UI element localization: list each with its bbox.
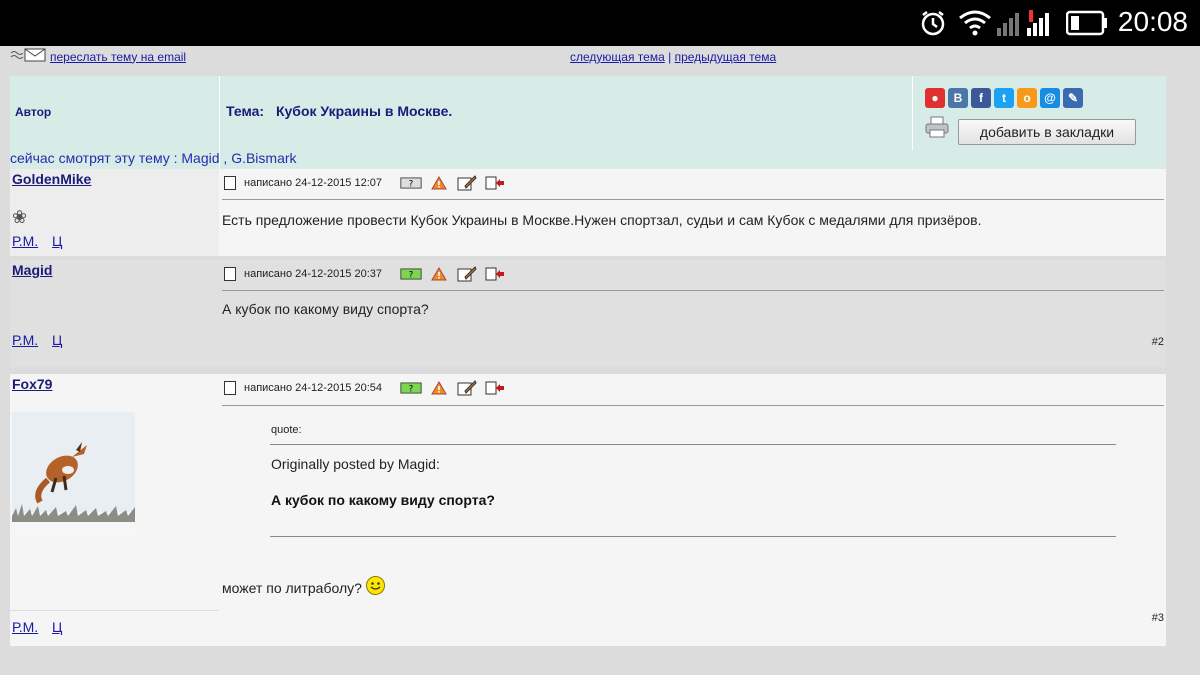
post-text: Есть предложение провести Кубок Украины … [222, 212, 982, 228]
alarm-icon [918, 8, 948, 38]
post-meta: написано 24-12-2015 12:07 ? [224, 175, 506, 191]
email-topic-link[interactable]: переслать тему на email [10, 48, 186, 65]
prev-topic-link[interactable]: предыдущая тема [675, 50, 777, 64]
private-message-link[interactable]: Р.М. [12, 233, 38, 249]
post: Fox79 Р.М. Ц написано 24-12-2015 20:54 ?… [10, 374, 1166, 646]
topic-label: Тема: [226, 103, 265, 119]
livejournal-icon[interactable]: ✎ [1063, 88, 1083, 108]
post-text-line: может по литраболу? [222, 576, 385, 596]
topic-title: Тема: Кубок Украины в Москве. [226, 103, 460, 119]
topic-navigation: переслать тему на email следующая тема |… [0, 46, 1200, 72]
author-column-divider [10, 610, 219, 611]
profile-card-icon[interactable]: ? [400, 380, 422, 396]
edit-icon[interactable] [456, 380, 478, 396]
yandex-icon[interactable]: ● [925, 88, 945, 108]
battery-icon [1066, 8, 1108, 38]
post-text: может по литраболу? [222, 580, 362, 596]
svg-text:?: ? [409, 178, 414, 188]
viewers-line: сейчас смотрят эту тему : Magid , G.Bism… [10, 150, 297, 166]
add-bookmark-button[interactable]: добавить в закладки [958, 119, 1136, 145]
post-body: написано 24-12-2015 12:07 ? Есть предлож… [220, 169, 1166, 256]
post-tools: ? [400, 380, 506, 396]
topic-header: Автор Тема: Кубок Украины в Москве. ● Вf t… [10, 76, 1166, 169]
topic-name: Кубок Украины в Москве. [275, 103, 453, 119]
author-name[interactable]: Magid [12, 262, 52, 278]
quote-label: quote: [271, 424, 302, 436]
post-date: написано 24-12-2015 20:37 [244, 268, 383, 280]
post-meta: написано 24-12-2015 20:37 ? [224, 266, 506, 282]
post-divider [222, 199, 1164, 200]
author-name[interactable]: Fox79 [12, 376, 52, 392]
post-author-column: Fox79 Р.М. Ц [10, 374, 219, 646]
svg-text:?: ? [409, 269, 414, 279]
warning-icon[interactable] [428, 266, 450, 282]
quote-reply-icon[interactable] [484, 380, 506, 396]
share-box: ● Вf t о @ ✎ добавить в закладки [912, 76, 1167, 150]
share-icons: ● Вf t о @ ✎ [925, 88, 1083, 108]
post-number: #2 [1151, 336, 1164, 348]
forum-page: переслать тему на email следующая тема |… [0, 46, 1200, 675]
user-links: Р.М. Ц [12, 619, 72, 635]
quote-reply-icon[interactable] [484, 266, 506, 282]
private-message-link[interactable]: Р.М. [12, 332, 38, 348]
nav-separator: | [668, 50, 672, 64]
status-bar: 20:08 [0, 0, 1200, 46]
quote-author: Originally posted by Magid: [271, 456, 440, 472]
post-date: написано 24-12-2015 12:07 [244, 177, 383, 189]
quote-text: А кубок по какому виду спорта? [271, 492, 495, 508]
profile-card-icon[interactable]: ? [400, 175, 422, 191]
facebook-icon[interactable]: f [971, 88, 991, 108]
warning-icon[interactable] [428, 175, 450, 191]
private-message-link[interactable]: Р.М. [12, 619, 38, 635]
avatar [12, 412, 135, 537]
document-icon [224, 267, 236, 281]
next-topic-link[interactable]: следующая тема [570, 50, 665, 64]
profile-link[interactable]: Ц [52, 233, 62, 249]
signal-icon [996, 8, 1022, 38]
document-icon [224, 381, 236, 395]
email-link-text[interactable]: переслать тему на email [50, 50, 186, 64]
user-links: Р.М. Ц [12, 332, 72, 348]
document-icon [224, 176, 236, 190]
next-prev-nav: следующая тема | предыдущая тема [570, 50, 776, 64]
wifi-icon [958, 8, 992, 38]
profile-link[interactable]: Ц [52, 619, 62, 635]
quote-divider-bottom [270, 536, 1116, 537]
post-meta: написано 24-12-2015 20:54 ? [224, 380, 506, 396]
quote-reply-icon[interactable] [484, 175, 506, 191]
rank-icon: ❀ [12, 207, 28, 227]
signal-icon [1026, 8, 1056, 38]
post-author-column: GoldenMike ❀ Р.М. Ц [10, 169, 219, 256]
author-name[interactable]: GoldenMike [12, 171, 91, 187]
post-body: написано 24-12-2015 20:37 ? А кубок по к… [220, 260, 1166, 367]
post-number: #3 [1151, 612, 1164, 624]
user-links: Р.М. Ц [12, 233, 72, 249]
post-divider [222, 290, 1164, 291]
print-icon[interactable] [925, 116, 949, 138]
post-body: написано 24-12-2015 20:54 ? quote: Origi… [220, 374, 1166, 646]
author-column-label: Автор [15, 105, 52, 119]
profile-card-icon[interactable]: ? [400, 266, 422, 282]
twitter-icon[interactable]: t [994, 88, 1014, 108]
profile-link[interactable]: Ц [52, 332, 62, 348]
clock: 20:08 [1117, 6, 1188, 37]
svg-text:?: ? [409, 383, 414, 393]
smiley-icon [365, 576, 385, 595]
post: Magid Р.М. Ц написано 24-12-2015 20:37 ?… [10, 260, 1166, 367]
post-text: А кубок по какому виду спорта? [222, 301, 429, 317]
odnoklassniki-icon[interactable]: о [1017, 88, 1037, 108]
post-divider [222, 405, 1164, 406]
envelope-icon [10, 48, 46, 65]
warning-icon[interactable] [428, 380, 450, 396]
post-author-column: Magid Р.М. Ц [10, 260, 219, 367]
post-date: написано 24-12-2015 20:54 [244, 382, 383, 394]
post: GoldenMike ❀ Р.М. Ц написано 24-12-2015 … [10, 169, 1166, 256]
edit-icon[interactable] [456, 266, 478, 282]
vk-icon[interactable]: В [948, 88, 968, 108]
quote-divider-top [270, 444, 1116, 445]
mailru-icon[interactable]: @ [1040, 88, 1060, 108]
post-tools: ? [400, 175, 506, 191]
edit-icon[interactable] [456, 175, 478, 191]
post-tools: ? [400, 266, 506, 282]
